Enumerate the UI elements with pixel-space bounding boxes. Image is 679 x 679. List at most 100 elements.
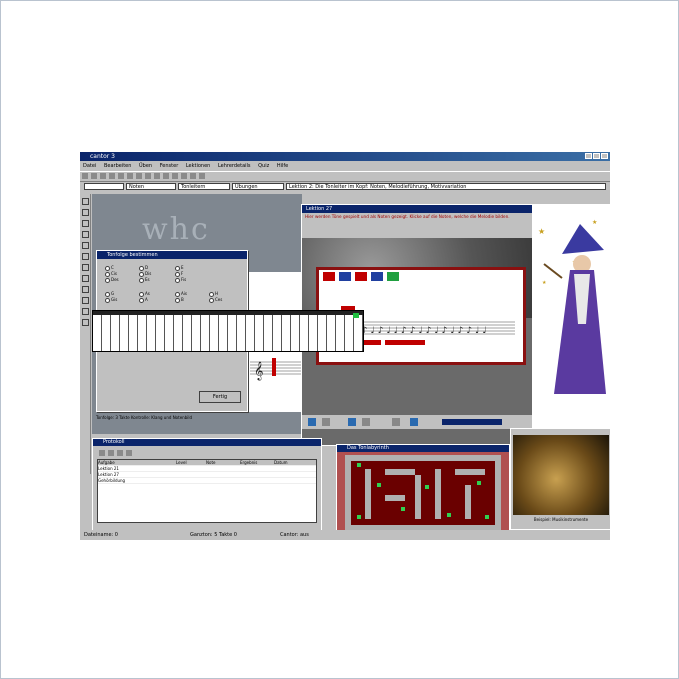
- radio-option[interactable]: E: [175, 265, 184, 271]
- maze-grid[interactable]: [345, 455, 501, 531]
- paste-icon[interactable]: [136, 173, 142, 179]
- radio-option[interactable]: Gis: [105, 297, 117, 303]
- cut-icon[interactable]: [118, 173, 124, 179]
- metronome-icon[interactable]: [190, 173, 196, 179]
- category-select[interactable]: [84, 183, 124, 190]
- zoom-icon[interactable]: [199, 173, 205, 179]
- column-header[interactable]: Aufgabe: [98, 460, 176, 465]
- save-icon[interactable]: [117, 450, 123, 456]
- lesson-instruction: Hier werden Töne gespielt und als Noten …: [302, 213, 533, 239]
- radio-option[interactable]: Ces: [209, 297, 222, 303]
- tool-icon[interactable]: [82, 220, 89, 227]
- window-controls: [584, 153, 608, 161]
- status-mid: Ganzton: 5 Takte 0: [190, 532, 237, 538]
- new-icon[interactable]: [99, 450, 105, 456]
- radio-option[interactable]: As: [139, 291, 150, 297]
- radio-option[interactable]: B: [175, 297, 184, 303]
- tool-icon[interactable]: [82, 253, 89, 260]
- radio-option[interactable]: Des: [105, 277, 119, 283]
- photo-caption: Beispiel: Musikinstrumente: [533, 517, 589, 522]
- close-icon[interactable]: [601, 153, 608, 159]
- menu-file[interactable]: Datei: [83, 162, 96, 170]
- copy-icon[interactable]: [127, 173, 133, 179]
- protocol-table: Aufgabe Level Note Ergebnis Datum Lektion 21…: [97, 459, 317, 523]
- tool-icon[interactable]: [82, 286, 89, 293]
- svg-text:★: ★: [542, 280, 547, 286]
- column-header[interactable]: Datum: [274, 460, 304, 465]
- tool-icon[interactable]: [82, 275, 89, 282]
- radio-option[interactable]: C: [105, 265, 114, 271]
- column-header[interactable]: Level: [176, 460, 206, 465]
- maze-window: Das Tonlabyrinth: [336, 444, 510, 536]
- save-icon[interactable]: [100, 173, 106, 179]
- tool-icon[interactable]: [82, 319, 89, 326]
- row-label: Gehörbildung: [98, 478, 126, 483]
- scale-select[interactable]: Tonleitern: [178, 183, 230, 190]
- radio-option[interactable]: F: [175, 271, 183, 277]
- stop-icon[interactable]: [154, 173, 160, 179]
- svg-text:𝄞: 𝄞: [254, 361, 263, 381]
- instrument-photo: [513, 435, 609, 515]
- radio-option[interactable]: G: [105, 291, 114, 297]
- radio-option[interactable]: Dis: [139, 271, 151, 277]
- print-icon[interactable]: [109, 173, 115, 179]
- protocol-toolbar: [97, 449, 133, 456]
- protocol-window: Protokoll Aufgabe Level Note Ergebnis Datum …: [92, 438, 322, 532]
- tool-icon[interactable]: [82, 297, 89, 304]
- piano-keyboard[interactable]: [92, 310, 364, 352]
- radio-option[interactable]: Ais: [175, 291, 187, 297]
- exercise-select[interactable]: Übungen: [232, 183, 284, 190]
- toolbar: [80, 171, 610, 182]
- menu-practice[interactable]: Üben: [139, 162, 152, 170]
- lesson-controls: [302, 415, 533, 429]
- svg-text:★: ★: [538, 227, 545, 236]
- done-button[interactable]: Fertig: [199, 391, 241, 403]
- lesson-select[interactable]: Lektion 2: Die Tonleiter im Kopf: Noten,…: [286, 183, 606, 190]
- tool-icon[interactable]: [82, 198, 89, 205]
- whc-logo: whc: [142, 212, 210, 247]
- print-icon[interactable]: [126, 450, 132, 456]
- menu-window[interactable]: Fenster: [160, 162, 179, 170]
- photo-window: Beispiel: Musikinstrumente: [510, 428, 610, 530]
- menu-lessons[interactable]: Lektionen: [186, 162, 211, 170]
- maze-icon: [345, 455, 501, 531]
- status-right: Cantor: aus: [280, 532, 309, 538]
- lesson-title: Lektion 27: [302, 205, 533, 213]
- tool-icon[interactable]: [82, 231, 89, 238]
- status-left: Dateiname: 0: [84, 532, 118, 538]
- column-header[interactable]: Ergebnis: [240, 460, 274, 465]
- open-icon[interactable]: [108, 450, 114, 456]
- type-select[interactable]: Noten: [126, 183, 176, 190]
- new-icon[interactable]: [82, 173, 88, 179]
- tool-icon[interactable]: [82, 242, 89, 249]
- open-icon[interactable]: [91, 173, 97, 179]
- menu-edit[interactable]: Bearbeiten: [104, 162, 131, 170]
- radio-option[interactable]: Cis: [105, 271, 117, 277]
- tool-icon[interactable]: [82, 209, 89, 216]
- radio-option[interactable]: Fis: [175, 277, 186, 283]
- menu-help[interactable]: Hilfe: [277, 162, 288, 170]
- radio-option[interactable]: H: [209, 291, 218, 297]
- menu-teacher[interactable]: Lehrerdetails: [218, 162, 251, 170]
- app-title: cantor 3: [90, 153, 115, 160]
- radio-option[interactable]: A: [139, 297, 148, 303]
- record-icon[interactable]: [163, 173, 169, 179]
- table-row[interactable]: Gehörbildung: [98, 478, 316, 484]
- play-icon[interactable]: [145, 173, 151, 179]
- menu-bar: Datei Bearbeiten Üben Fenster Lektionen …: [80, 162, 610, 170]
- tool-icon[interactable]: [82, 264, 89, 271]
- note-icon[interactable]: [172, 173, 178, 179]
- rest-icon[interactable]: [181, 173, 187, 179]
- tool-palette: [80, 194, 91, 474]
- minimize-icon[interactable]: [585, 153, 592, 159]
- svg-text:★: ★: [592, 219, 597, 226]
- control-icons: [308, 418, 502, 426]
- row-label: Lektion 21: [98, 466, 119, 471]
- maze-title: Das Tonlabyrinth: [337, 445, 509, 452]
- maximize-icon[interactable]: [593, 153, 600, 159]
- radio-option[interactable]: Es: [139, 277, 150, 283]
- column-header[interactable]: Note: [206, 460, 240, 465]
- tool-icon[interactable]: [82, 308, 89, 315]
- menu-quiz[interactable]: Quiz: [258, 162, 269, 170]
- radio-option[interactable]: D: [139, 265, 148, 271]
